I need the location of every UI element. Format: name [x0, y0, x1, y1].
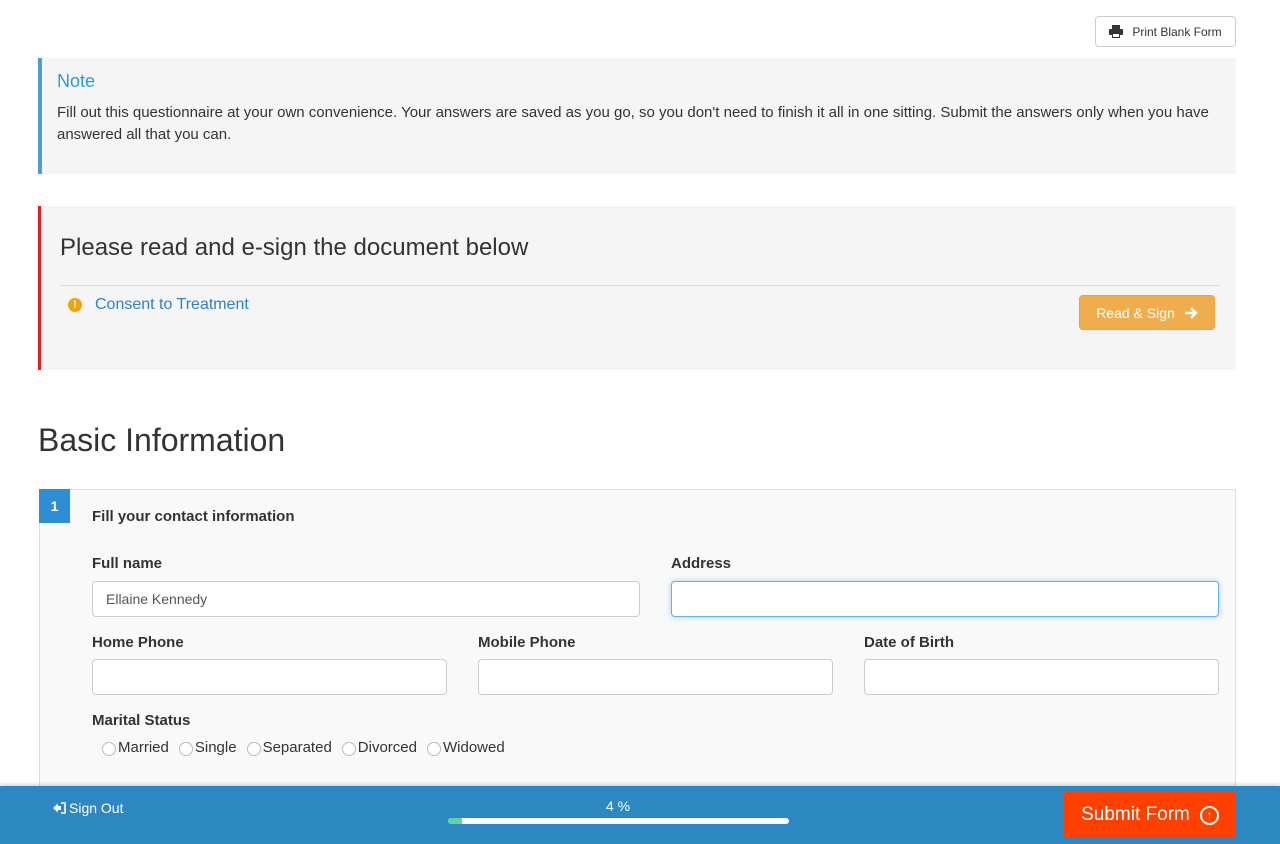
address-label: Address [671, 555, 731, 572]
exclamation-circle-icon: ! [68, 298, 82, 312]
read-and-sign-button[interactable]: Read & Sign [1079, 295, 1215, 330]
arrow-circle-up-icon: ↑ [1200, 806, 1219, 825]
print-blank-form-button[interactable]: Print Blank Form [1095, 16, 1236, 47]
marital-option-married[interactable]: Married [102, 739, 169, 756]
date-of-birth-input[interactable] [864, 659, 1219, 695]
note-text: Fill out this questionnaire at your own … [57, 102, 1216, 146]
submit-form-button[interactable]: Submit Form ↑ [1064, 792, 1236, 838]
address-input[interactable] [671, 581, 1219, 617]
progress-bar-fill [448, 818, 462, 824]
marital-status-label: Marital Status [92, 712, 190, 729]
arrow-right-icon [1185, 307, 1198, 319]
submit-form-label: Submit Form [1081, 804, 1190, 826]
esign-heading: Please read and e-sign the document belo… [60, 234, 528, 262]
esign-panel: Please read and e-sign the document belo… [38, 206, 1236, 370]
footer-bar: Sign Out 4 % Submit Form ↑ [0, 786, 1280, 844]
sign-out-link[interactable]: Sign Out [53, 800, 123, 816]
radio-button[interactable] [342, 742, 356, 756]
sign-out-label: Sign Out [69, 800, 123, 816]
radio-button[interactable] [427, 742, 441, 756]
marital-option-single[interactable]: Single [179, 739, 237, 756]
radio-label: Married [118, 739, 169, 756]
progress-bar [448, 818, 789, 824]
panel-title: Fill your contact information [92, 508, 295, 525]
mobile-phone-input[interactable] [478, 659, 833, 695]
home-phone-input[interactable] [92, 659, 447, 695]
marital-option-widowed[interactable]: Widowed [427, 739, 505, 756]
note-title: Note [57, 71, 1216, 92]
print-blank-form-label: Print Blank Form [1132, 25, 1221, 39]
mobile-phone-label: Mobile Phone [478, 634, 576, 651]
radio-button[interactable] [179, 742, 193, 756]
sign-out-icon [53, 802, 66, 814]
radio-button[interactable] [247, 742, 261, 756]
progress-percent-text: 4 % [600, 798, 636, 814]
radio-button[interactable] [102, 742, 116, 756]
marital-option-divorced[interactable]: Divorced [342, 739, 417, 756]
full-name-input[interactable] [92, 581, 640, 617]
contact-info-panel: 1 Fill your contact information Full nam… [39, 489, 1236, 809]
section-title: Basic Information [38, 422, 285, 459]
date-of-birth-label: Date of Birth [864, 634, 954, 651]
step-number-badge: 1 [39, 489, 70, 523]
marital-option-separated[interactable]: Separated [247, 739, 332, 756]
full-name-label: Full name [92, 555, 162, 572]
print-icon [1109, 25, 1123, 38]
radio-label: Single [195, 739, 237, 756]
read-and-sign-label: Read & Sign [1096, 305, 1175, 321]
radio-label: Divorced [358, 739, 417, 756]
marital-status-radio-group: Married Single Separated Divorced Widowe… [102, 739, 505, 756]
radio-label: Separated [263, 739, 332, 756]
document-link-consent[interactable]: Consent to Treatment [95, 296, 249, 314]
note-callout: Note Fill out this questionnaire at your… [38, 58, 1236, 174]
radio-label: Widowed [443, 739, 505, 756]
document-row: ! Consent to Treatment [68, 296, 249, 314]
divider [60, 285, 1220, 286]
home-phone-label: Home Phone [92, 634, 184, 651]
